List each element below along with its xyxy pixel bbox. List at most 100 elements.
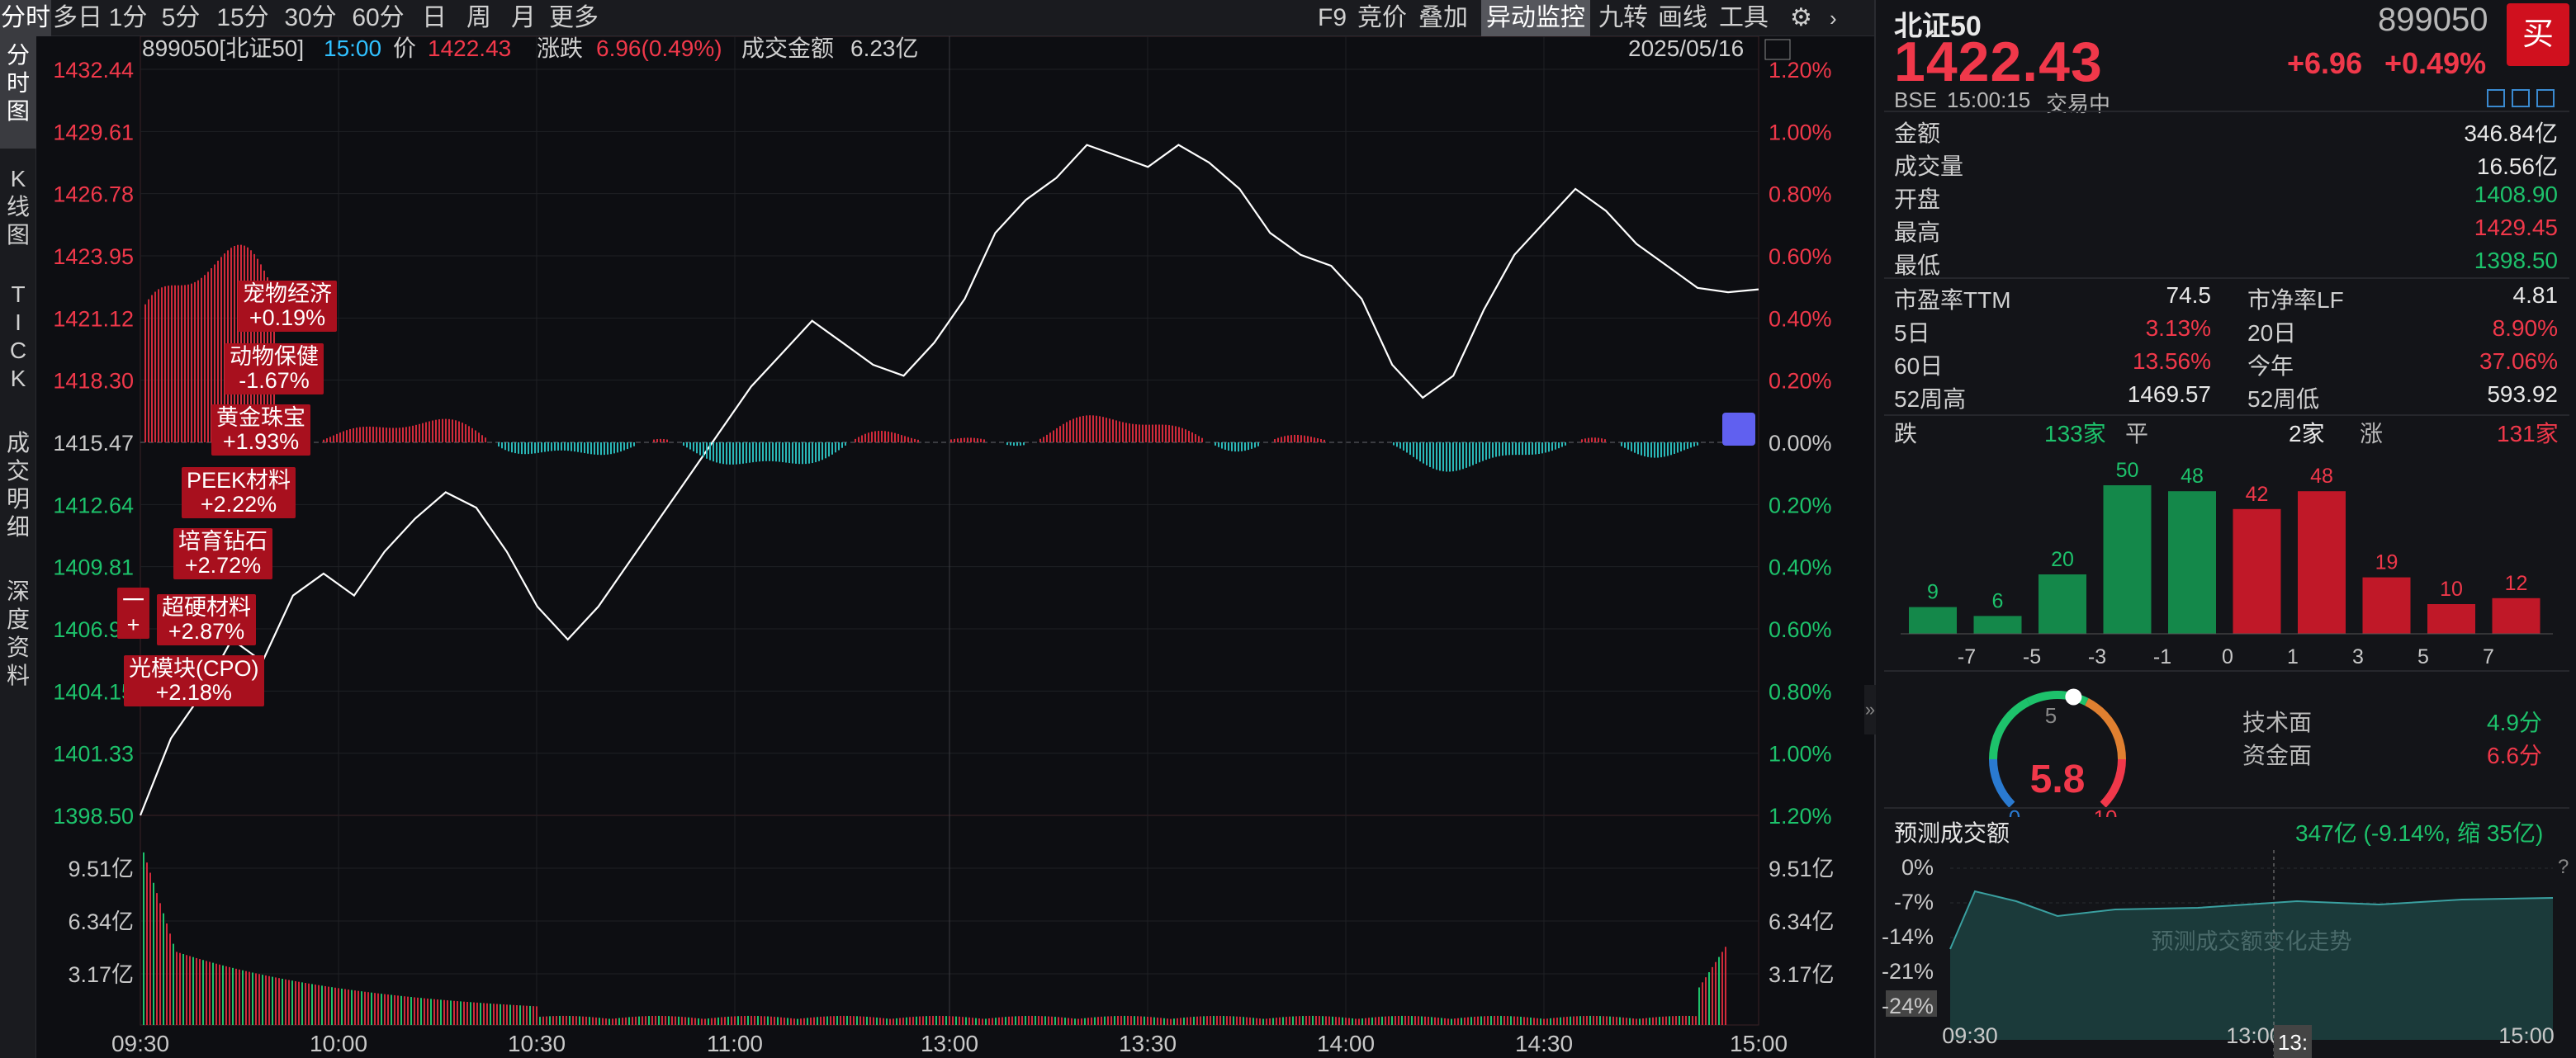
event-tag-change: -1.67% (239, 368, 310, 393)
dist-bar-9 (2492, 597, 2540, 634)
metric-value-a-3: 1469.57 (2127, 381, 2211, 407)
wp-icon[interactable] (1764, 39, 1791, 60)
event-tag-4[interactable]: 培育钻石 +2.72% (173, 528, 272, 579)
event-tag-1[interactable]: 动物保健 -1.67% (225, 343, 324, 394)
left-tab-bar: 分 时 图 K 线 图 T I C K成 交 明 细深 度 资 料 (0, 36, 36, 1058)
panel-controls[interactable] (2487, 89, 2569, 109)
quote-panel: 北证50 899050 买 1422.43 +6.96 +0.49% BSE 1… (1874, 0, 2576, 1058)
price-tick-3: 1423.95 (53, 244, 134, 269)
gauge-mid: 5 (2045, 703, 2057, 728)
toolbar-item-2[interactable]: 叠加 (1418, 0, 1468, 36)
event-tag-0[interactable]: 宠物经济 +0.19% (238, 281, 337, 332)
settings-icon[interactable]: ⚙ (1790, 0, 1812, 36)
header-field-4: 涨跌 (537, 36, 583, 61)
dist-label-5: 42 (2246, 483, 2269, 506)
forecast-y-tick-4: -24% (1882, 994, 1934, 1018)
period-tab-7[interactable]: 日 (413, 0, 456, 36)
market-code: BSE (1894, 87, 1938, 112)
price-tick-4: 1421.12 (53, 306, 134, 331)
dist-tick-7: 5 (2417, 645, 2429, 668)
event-tag-7[interactable]: 光模块(CPO) +2.18% (124, 655, 264, 706)
pct-tick-1: 1.00% (1769, 120, 1832, 144)
toolbar-item-6[interactable]: 工具 (1719, 0, 1769, 36)
metric-value-b-1: 8.90% (2492, 315, 2558, 341)
period-tab-6[interactable]: 60分 (345, 0, 411, 36)
period-tab-8[interactable]: 周 (457, 0, 500, 36)
header-field-8: 2025/05/16 (1628, 36, 1744, 61)
event-tag-5[interactable]: 一 + (117, 588, 149, 639)
buy-button[interactable]: 买 (2507, 3, 2569, 66)
stat-value-3: 1429.45 (2474, 215, 2558, 240)
period-tab-1[interactable]: 多日 (53, 0, 102, 36)
score-value-fund: 6.6分 (2487, 743, 2542, 768)
forecast-area (1950, 891, 2553, 1040)
gauge-score: 5.8 (2030, 758, 2086, 801)
dist-tick-8: 7 (2483, 645, 2494, 668)
dist-bar-4 (2168, 491, 2216, 634)
score-gauge: 5.80510 (1989, 688, 2126, 817)
price-tick-11: 1401.33 (53, 742, 134, 767)
dist-bar-3 (2103, 485, 2152, 634)
chevron-right-icon[interactable]: › (1830, 0, 1837, 36)
pct-tick-8: 0.40% (1769, 555, 1832, 580)
side-tab-4[interactable]: 深 度 资 料 (0, 573, 36, 718)
period-tab-10[interactable]: 更多 (547, 0, 601, 36)
chart-header: 899050[北证50] 15:00 价 1422.43 涨跌 6.96(0.49%) 成交… (142, 36, 1744, 61)
toolbar-item-5[interactable]: 画线 (1658, 0, 1707, 36)
dist-label-3: 50 (2116, 459, 2139, 482)
forecast-y-tick-2: -14% (1882, 924, 1934, 949)
add-icon[interactable] (2536, 89, 2555, 107)
event-tag-3[interactable]: PEEK材料 +2.22% (182, 467, 296, 518)
period-tab-5[interactable]: 30分 (277, 0, 343, 36)
volume-bars (143, 852, 1726, 1025)
dist-label-2: 20 (2051, 548, 2074, 571)
period-tab-4[interactable]: 15分 (210, 0, 276, 36)
dist-label-9: 12 (2505, 572, 2528, 595)
side-tab-3[interactable]: 成 交 明 细 (0, 424, 36, 569)
event-tag-change: +2.18% (155, 680, 232, 705)
header-field-3: 1422.43 (428, 36, 511, 61)
vol-tick-left-0: 9.51亿 (68, 857, 134, 881)
event-tag-change: +2.22% (200, 492, 277, 517)
period-tab-9[interactable]: 月 (502, 0, 545, 36)
intraday-chart[interactable]: 1432.44 1.20% 1429.61 1.00% 1426.78 0.80% 1423… (36, 36, 1874, 1058)
price-change-pct: +0.49% (2384, 46, 2487, 80)
collapse-handle[interactable]: » (1864, 685, 1876, 734)
toolbar-item-3[interactable]: 异动监控 (1481, 0, 1590, 36)
dist-bar-8 (2427, 604, 2475, 634)
dist-bar-0 (1909, 607, 1957, 634)
period-tab-3[interactable]: 5分 (154, 0, 208, 36)
time-tick-5: 13:30 (1119, 1031, 1177, 1056)
price-tick-2: 1426.78 (53, 182, 134, 207)
side-tab-0[interactable]: 分 时 图 (0, 36, 36, 149)
header-field-7: 6.23亿 (850, 36, 919, 61)
toolbar-item-0[interactable]: F9 (1318, 0, 1347, 36)
forecast-value: 347亿 (-9.14%, 缩 35亿) (2295, 820, 2544, 846)
toolbar-item-1[interactable]: 竞价 (1357, 0, 1407, 36)
header-field-2: 价 (393, 36, 416, 61)
toolbar-item-4[interactable]: 九转 (1598, 0, 1648, 36)
forecast-x-cursor-label: 13: (2278, 1030, 2308, 1055)
event-tag-2[interactable]: 黄金珠宝 +1.93% (211, 404, 310, 456)
help-icon[interactable]: ? (2558, 856, 2569, 878)
side-tab-1[interactable]: K 线 图 (0, 160, 36, 272)
dist-tick-1: -5 (2023, 645, 2041, 668)
side-tab-2[interactable]: T I C K (0, 276, 36, 421)
metric-label-b-0: 市净率LF (2247, 287, 2344, 313)
edit-icon[interactable] (2487, 89, 2505, 107)
event-tag-6[interactable]: 超硬材料 +2.87% (157, 594, 256, 645)
dist-tick-4: 0 (2222, 645, 2233, 668)
event-tag-change: +2.72% (184, 553, 262, 578)
period-tab-0[interactable]: 分时 (0, 0, 51, 36)
forecast-y-tick-1: -7% (1894, 890, 1934, 914)
dist-label-0: 9 (1927, 581, 1939, 604)
forecast-indicator-icon[interactable] (1722, 413, 1755, 446)
price-tick-10: 1404.15 (53, 679, 134, 704)
dist-label-1: 6 (1992, 589, 2004, 612)
window-icon[interactable] (2512, 89, 2530, 107)
dist-label-4: 48 (2181, 465, 2204, 488)
period-tab-2[interactable]: 1分 (104, 0, 152, 36)
price-change: +6.96 (2287, 46, 2363, 80)
pct-tick-12: 1.20% (1769, 804, 1832, 829)
time-tick-1: 10:00 (310, 1031, 367, 1056)
